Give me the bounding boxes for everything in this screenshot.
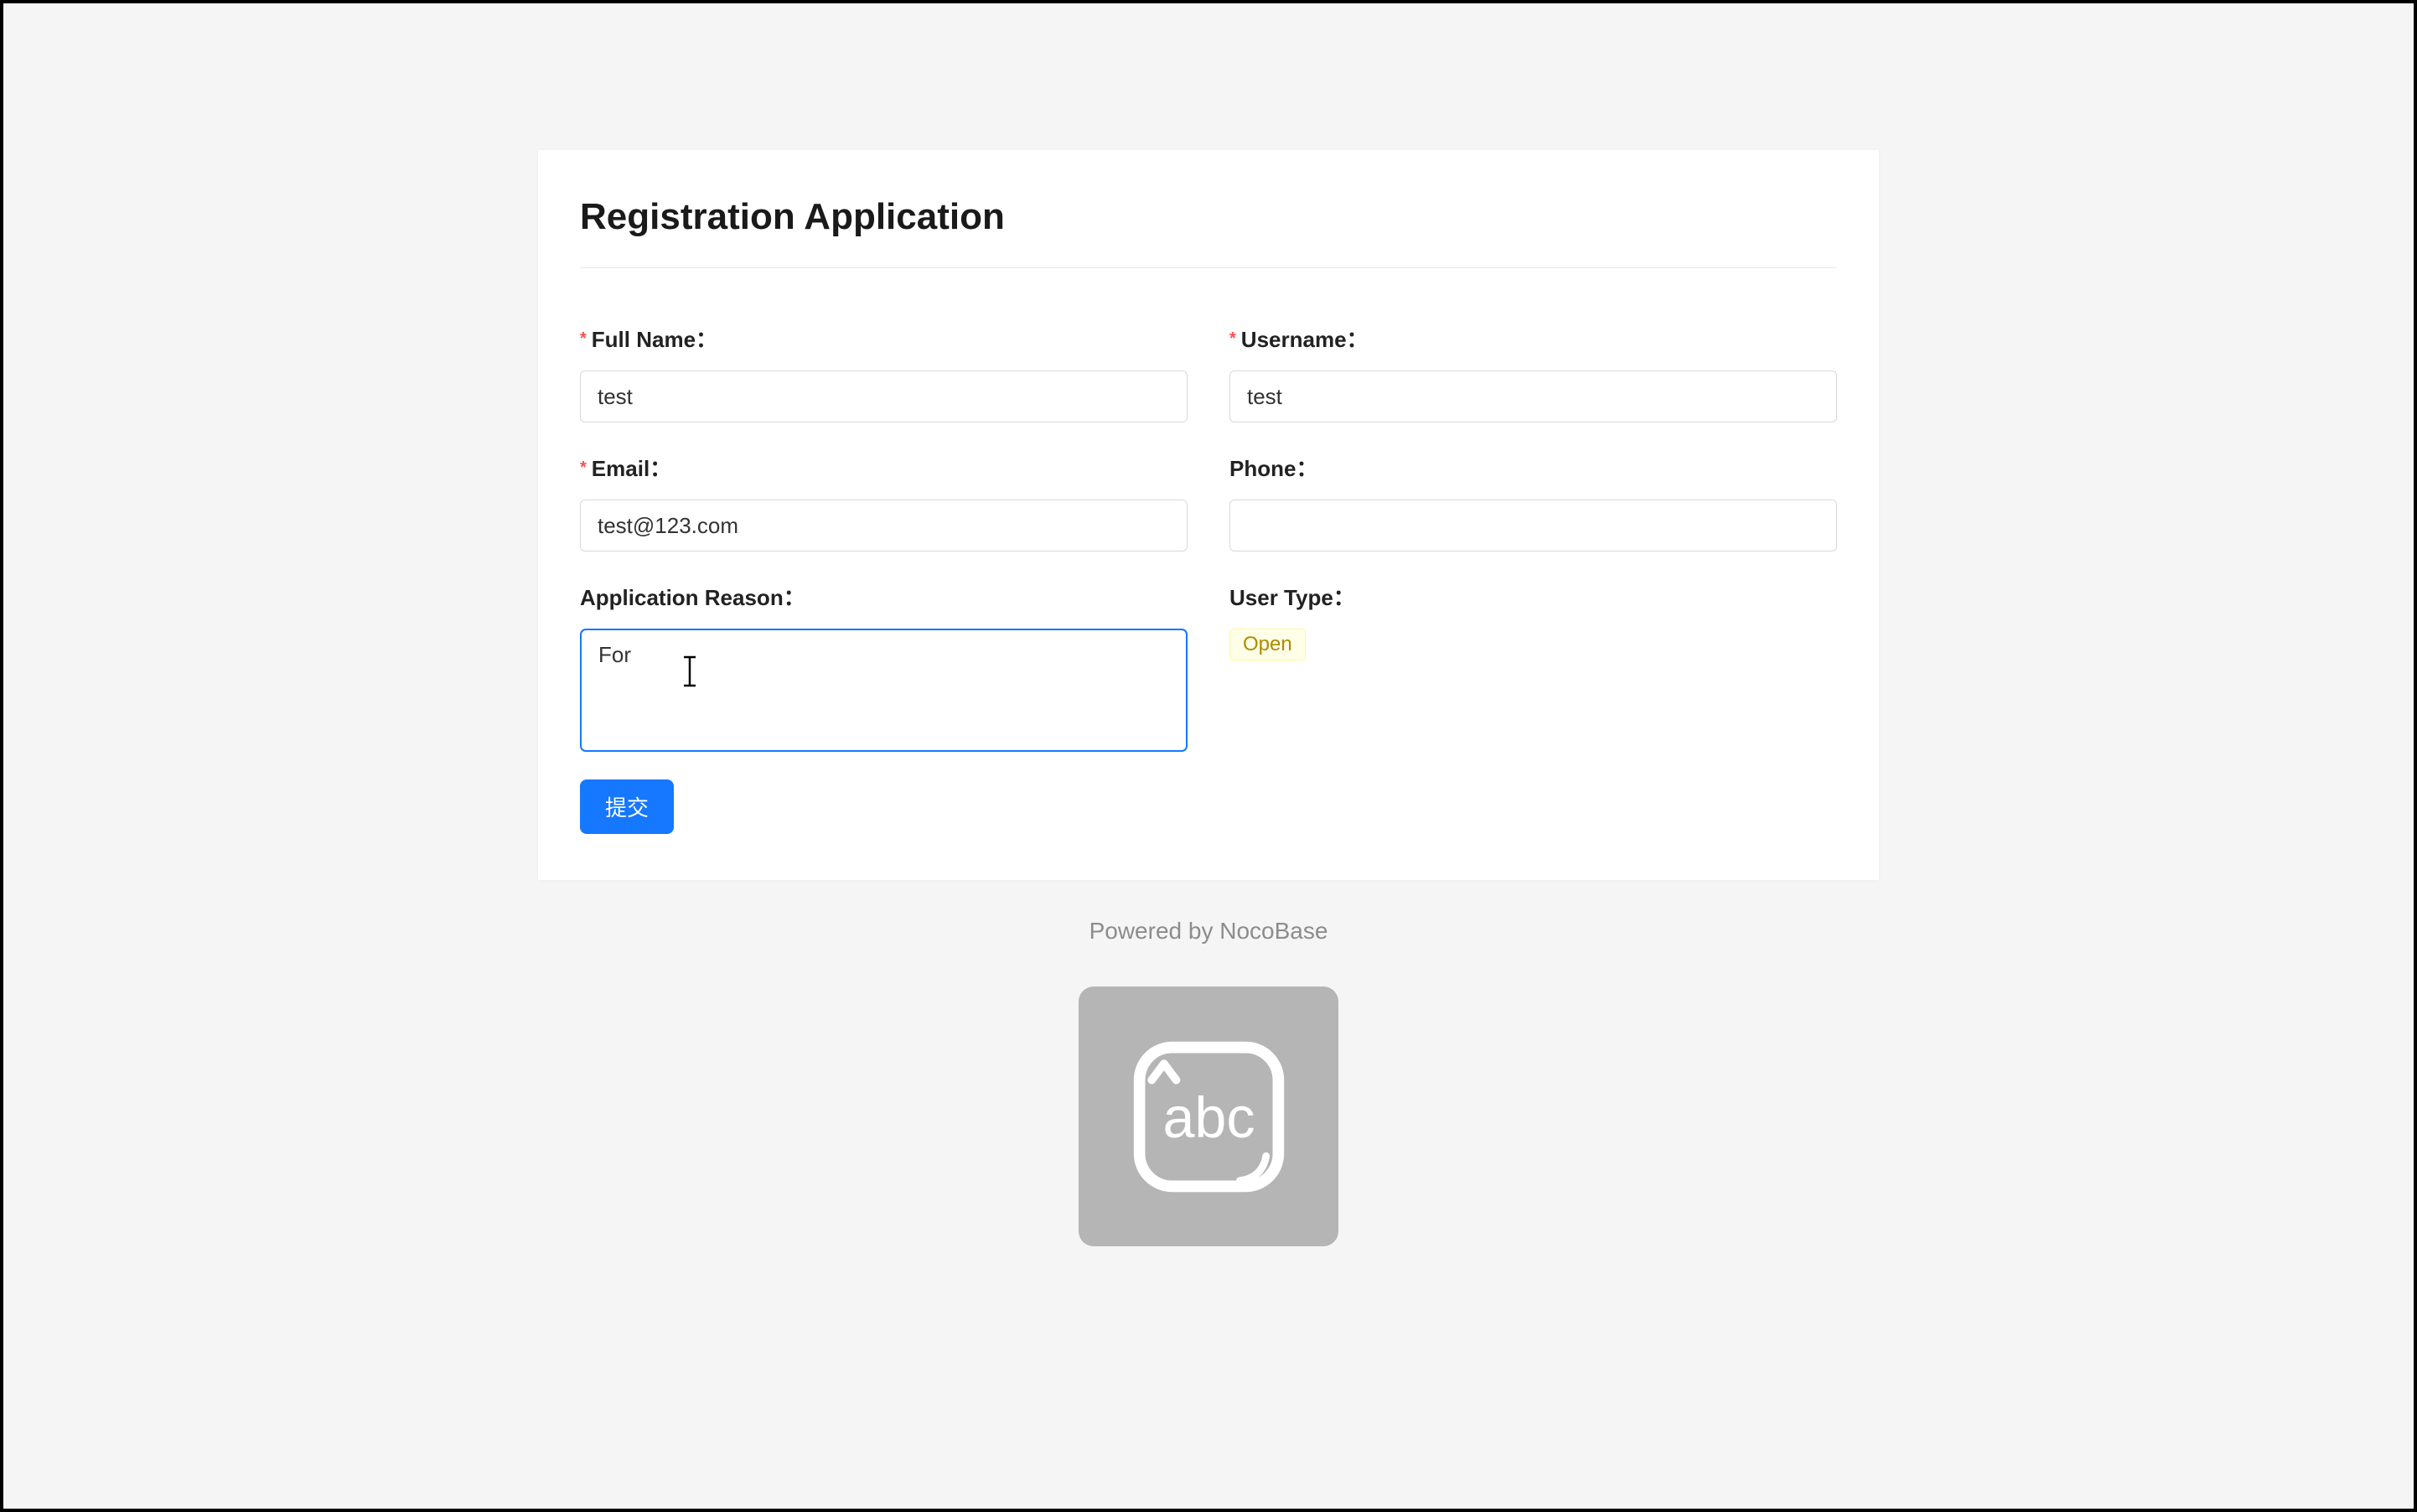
- input-username[interactable]: [1229, 370, 1837, 422]
- page-title: Registration Application: [580, 196, 1837, 238]
- field-usertype: User Type： Open: [1229, 581, 1837, 756]
- registration-form-card: Registration Application * Full Name： * …: [538, 150, 1879, 880]
- field-reason: Application Reason：: [580, 581, 1188, 756]
- form-grid: * Full Name： * Username： * Email：: [580, 323, 1837, 756]
- required-mark-icon: *: [580, 330, 587, 347]
- label-phone: Phone：: [1229, 452, 1837, 483]
- label-usertype: User Type：: [1229, 581, 1837, 612]
- input-phone[interactable]: [1229, 500, 1837, 551]
- submit-button[interactable]: 提交: [580, 779, 674, 834]
- label-email-text: Email：: [592, 452, 671, 483]
- ime-indicator: abc: [1079, 986, 1338, 1246]
- label-email: * Email：: [580, 452, 1188, 483]
- label-fullname-text: Full Name：: [592, 323, 717, 354]
- usertype-tag: Open: [1229, 629, 1306, 660]
- ime-abc-icon: abc: [1127, 1035, 1291, 1199]
- field-fullname: * Full Name：: [580, 323, 1188, 422]
- field-username: * Username：: [1229, 323, 1837, 422]
- field-email: * Email：: [580, 452, 1188, 551]
- footer-powered-by: Powered by NocoBase: [1089, 918, 1328, 945]
- label-usertype-text: User Type：: [1229, 581, 1355, 612]
- input-email[interactable]: [580, 500, 1188, 551]
- required-mark-icon: *: [580, 459, 587, 476]
- field-phone: Phone：: [1229, 452, 1837, 551]
- label-reason: Application Reason：: [580, 581, 1188, 612]
- submit-row: 提交: [580, 779, 1837, 834]
- svg-text:abc: abc: [1162, 1085, 1255, 1149]
- label-reason-text: Application Reason：: [580, 581, 805, 612]
- label-username: * Username：: [1229, 323, 1837, 354]
- title-divider: [580, 267, 1837, 268]
- label-username-text: Username：: [1241, 323, 1369, 354]
- label-phone-text: Phone：: [1229, 452, 1317, 483]
- input-fullname[interactable]: [580, 370, 1188, 422]
- required-mark-icon: *: [1229, 330, 1236, 347]
- textarea-reason[interactable]: [580, 629, 1188, 752]
- page-frame: Registration Application * Full Name： * …: [0, 0, 2417, 1512]
- label-fullname: * Full Name：: [580, 323, 1188, 354]
